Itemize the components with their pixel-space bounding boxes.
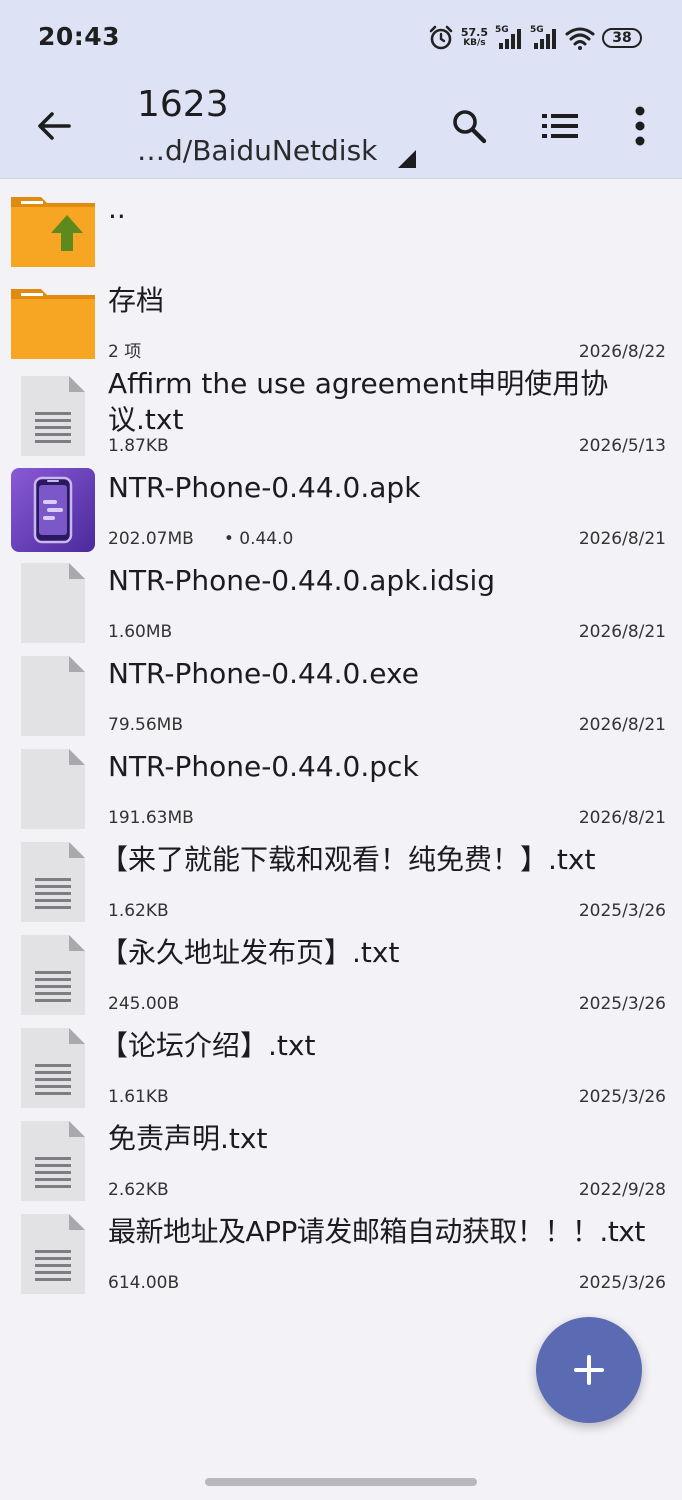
list-item[interactable]: NTR-Phone-0.44.0.pck 191.63MB 2026/8/21 (0, 737, 682, 830)
list-item[interactable]: 最新地址及APP请发邮箱自动获取！！！.txt 614.00B 2025/3/2… (0, 1202, 682, 1295)
parent-folder-icon (11, 197, 95, 267)
apk-version: • 0.44.0 (223, 529, 294, 549)
file-name: NTR-Phone-0.44.0.apk (108, 471, 421, 504)
file-meta: 1.87KB (108, 436, 169, 456)
file-meta: 79.56MB (108, 715, 183, 735)
home-indicator[interactable] (205, 1478, 477, 1486)
list-item[interactable]: NTR-Phone-0.44.0.exe 79.56MB 2026/8/21 (0, 644, 682, 737)
file-date: 2025/3/26 (578, 1087, 666, 1107)
file-name: NTR-Phone-0.44.0.exe (108, 657, 419, 690)
blank-file-icon (21, 563, 85, 643)
status-icons: 57.5 KB/s 5G 5G 38 (428, 22, 642, 54)
file-meta: 614.00B (108, 1273, 180, 1293)
text-file-icon (21, 1028, 85, 1108)
more-options-button[interactable] (612, 98, 668, 154)
text-file-icon (21, 842, 85, 922)
file-name: Affirm the use agreement申明使用协议.txt (108, 367, 609, 436)
folder-icon (11, 289, 95, 359)
view-mode-button[interactable] (532, 98, 588, 154)
file-name: NTR-Phone-0.44.0.pck (108, 750, 419, 783)
file-name: 最新地址及APP请发邮箱自动获取！！！.txt (108, 1215, 645, 1248)
add-button[interactable] (536, 1317, 642, 1423)
folder-title: 1623 (137, 84, 229, 125)
alarm-icon (429, 25, 453, 50)
file-meta: 245.00B (108, 994, 180, 1014)
list-item[interactable]: 免责声明.txt 2.62KB 2022/9/28 (0, 1109, 682, 1202)
status-time: 20:43 (38, 22, 121, 51)
folder-path[interactable]: …d/BaiduNetdisk (137, 134, 377, 167)
text-file-icon (21, 376, 85, 456)
file-meta: 2 项 (108, 342, 142, 362)
file-date: 2025/3/26 (578, 994, 666, 1014)
file-date: 2026/8/21 (578, 622, 666, 642)
file-date: 2026/8/21 (578, 529, 666, 549)
list-item[interactable]: NTR-Phone-0.44.0.apk.idsig 1.60MB 2026/8… (0, 551, 682, 644)
file-name: NTR-Phone-0.44.0.apk.idsig (108, 564, 496, 597)
file-name: 存档 (108, 284, 165, 317)
file-name: 【论坛介绍】.txt (100, 1029, 316, 1062)
battery-indicator: 38 (602, 28, 642, 48)
file-date: 2026/5/13 (578, 436, 666, 456)
file-meta: 1.62KB (108, 901, 169, 921)
file-list: .. 存档 2 项 2026/8/22 Affirm the use agree… (0, 179, 682, 1295)
file-date: 2026/8/22 (578, 342, 666, 362)
status-bar: 20:43 57.5 KB/s 5G 5G 38 (0, 0, 682, 78)
more-vert-icon (635, 106, 645, 146)
signal-strength-2-icon: 5G (530, 25, 558, 51)
list-item[interactable]: .. (0, 179, 682, 271)
back-button[interactable] (26, 98, 82, 154)
signal-strength-1-icon: 5G (495, 25, 523, 51)
file-name: 【永久地址发布页】.txt (100, 936, 400, 969)
net-speed: 57.5 KB/s (460, 26, 488, 48)
app-toolbar: 1623 …d/BaiduNetdisk (0, 78, 682, 179)
list-item[interactable]: 【永久地址发布页】.txt 245.00B 2025/3/26 (0, 923, 682, 1016)
blank-file-icon (21, 749, 85, 829)
search-icon (453, 110, 487, 144)
list-item[interactable]: 【来了就能下载和观看！纯免费！】.txt 1.62KB 2025/3/26 (0, 830, 682, 923)
wifi-icon (565, 27, 595, 50)
path-dropdown-icon[interactable] (396, 148, 418, 170)
file-meta: 191.63MB (108, 808, 194, 828)
file-date: 2025/3/26 (578, 901, 666, 921)
file-name: .. (108, 192, 126, 225)
text-file-icon (21, 935, 85, 1015)
list-item[interactable]: 存档 2 项 2026/8/22 (0, 271, 682, 364)
file-meta: 1.60MB (108, 622, 173, 642)
list-item[interactable]: 【论坛介绍】.txt 1.61KB 2025/3/26 (0, 1016, 682, 1109)
text-file-icon (21, 1214, 85, 1294)
file-date: 2026/8/21 (578, 715, 666, 735)
file-meta: 202.07MB • 0.44.0 (108, 529, 294, 549)
file-name: 【来了就能下载和观看！纯免费！】.txt (100, 843, 596, 876)
list-view-icon (542, 114, 578, 138)
file-meta: 1.61KB (108, 1087, 169, 1107)
list-item[interactable]: Affirm the use agreement申明使用协议.txt 1.87K… (0, 364, 682, 458)
apk-app-icon (11, 468, 95, 552)
list-item[interactable]: NTR-Phone-0.44.0.apk 202.07MB • 0.44.0 20… (0, 458, 682, 552)
file-date: 2022/9/28 (578, 1180, 666, 1200)
plus-icon (574, 1355, 604, 1385)
text-file-icon (21, 1121, 85, 1201)
file-name: 免责声明.txt (108, 1122, 268, 1155)
file-date: 2026/8/21 (578, 808, 666, 828)
file-date: 2025/3/26 (578, 1273, 666, 1293)
blank-file-icon (21, 656, 85, 736)
search-button[interactable] (441, 98, 497, 154)
file-meta: 2.62KB (108, 1180, 169, 1200)
arrow-left-icon (38, 112, 71, 140)
